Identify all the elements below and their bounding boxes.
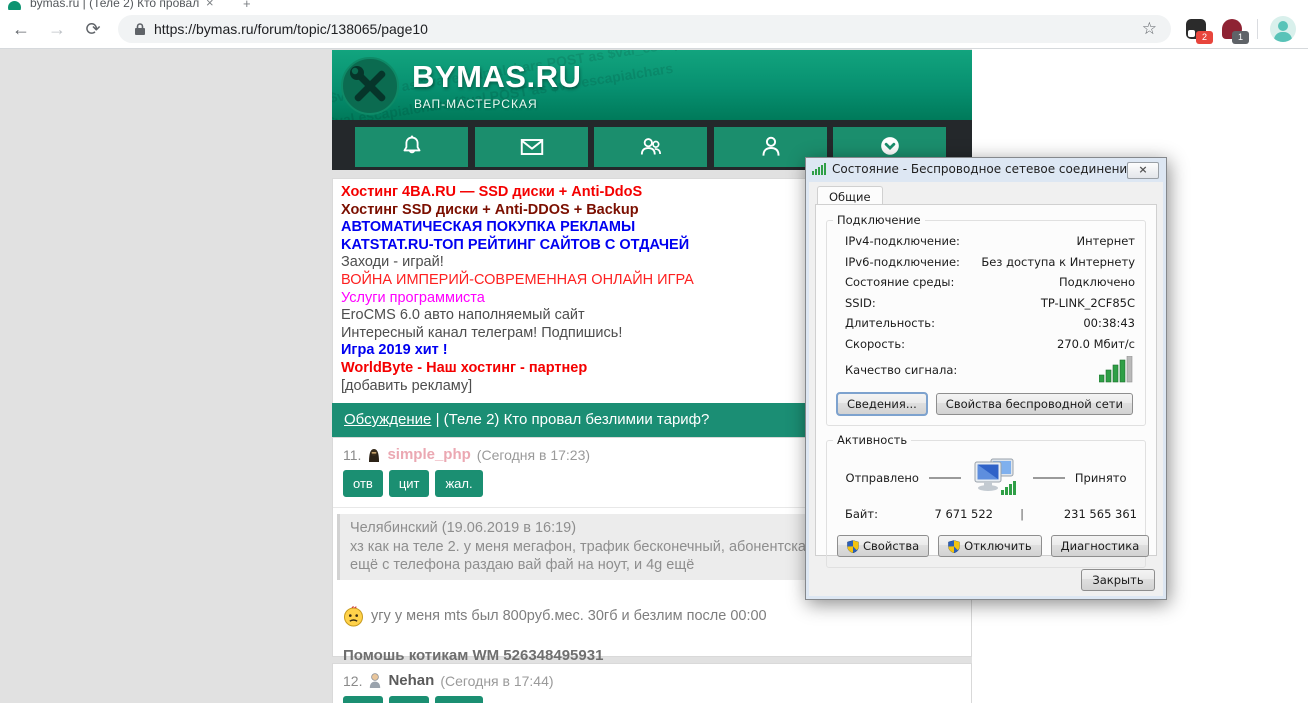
tab-title[interactable]: bymas.ru | (Теле 2) Кто провал	[30, 0, 199, 10]
site-subtitle: ВАП-МАСТЕРСКАЯ	[414, 97, 538, 111]
screen: bymas.ru | (Теле 2) Кто провал × + ← → ⟳…	[0, 0, 1308, 703]
post-date: (Сегодня в 17:23)	[477, 447, 590, 463]
row-label: IPv6-подключение:	[845, 252, 960, 273]
bytes-sent-value: 7 671 522	[907, 507, 993, 521]
post-date: (Сегодня в 17:44)	[440, 673, 553, 689]
row-label: Состояние среды:	[845, 272, 954, 293]
site-logo-tools-icon[interactable]	[340, 56, 400, 116]
row-value: TP-LINK_2CF85C	[1041, 293, 1135, 314]
dialog-tab-page: Подключение IPv4-подключение: Интернет IP…	[815, 204, 1157, 556]
activity-group-label: Активность	[833, 433, 911, 447]
avatar-head-shape	[1278, 21, 1288, 31]
browser-toolbar: ← → ⟳ https://bymas.ru/forum/topic/13806…	[0, 10, 1308, 49]
row-value: Без доступа к Интернету	[981, 252, 1135, 273]
topic-separator: |	[431, 411, 443, 428]
sent-label: Отправлено	[846, 471, 919, 485]
flow-line	[929, 477, 961, 479]
dialog-title: Состояние - Беспроводное сетевое соедине…	[832, 162, 1154, 176]
bytes-label: Байт:	[845, 507, 907, 521]
uac-shield-icon	[847, 540, 859, 553]
diagnose-button-label: Диагностика	[1061, 539, 1140, 553]
computers-activity-icon	[971, 457, 1023, 499]
connection-group-label: Подключение	[833, 213, 925, 227]
bookmark-star-icon[interactable]: ☆	[1142, 19, 1157, 39]
topic-section-link[interactable]: Обсуждение	[344, 411, 431, 428]
post-author-avatar	[367, 446, 381, 463]
post-number: 12.	[343, 673, 362, 689]
properties-button[interactable]: Свойства	[837, 535, 929, 557]
site-title[interactable]: BYMAS.RU	[412, 59, 581, 95]
mail-icon	[517, 133, 547, 161]
properties-button-label: Свойства	[863, 539, 919, 553]
report-button[interactable]: жал.	[435, 470, 482, 497]
bytes-separator: |	[993, 507, 1051, 521]
details-button[interactable]: Сведения...	[837, 393, 927, 415]
user-icon	[756, 133, 786, 161]
wireless-properties-button[interactable]: Свойства беспроводной сети	[936, 393, 1133, 415]
post-author-link[interactable]: Nehan	[388, 672, 434, 689]
row-value: Подключено	[1059, 272, 1135, 293]
post-signature: Помошь котикам WM 526348495931	[333, 627, 971, 664]
angry-smiley-icon	[343, 606, 364, 627]
reload-button[interactable]: ⟳	[78, 14, 108, 44]
extension-1-badge: 2	[1196, 31, 1213, 44]
post-author-avatar	[368, 672, 382, 689]
uac-shield-icon	[948, 540, 960, 553]
extension-1-dot	[1188, 30, 1195, 37]
extension-2-badge: 1	[1232, 31, 1249, 44]
nav-messages-button[interactable]	[475, 127, 588, 167]
reply-button[interactable]: отв	[343, 470, 383, 497]
bytes-received-value: 231 565 361	[1051, 507, 1137, 521]
users-icon	[636, 133, 666, 161]
row-label: Скорость:	[845, 334, 905, 355]
post-12: 12. Nehan (Сегодня в 17:44) отв цит жал.	[332, 663, 972, 703]
lock-icon	[134, 22, 146, 36]
site-banner: {$val POST as $val escapialchars POST as…	[332, 50, 972, 120]
activity-group: Активность Отправлено	[826, 440, 1146, 568]
new-tab-button[interactable]: +	[243, 0, 251, 10]
extension-icon-1[interactable]: 2	[1185, 18, 1207, 40]
quote-button[interactable]: цит	[389, 470, 430, 497]
url-text[interactable]: https://bymas.ru/forum/topic/138065/page…	[154, 21, 1142, 37]
connection-group: Подключение IPv4-подключение:Интернет IP…	[826, 220, 1146, 426]
network-status-dialog: Состояние - Беспроводное сетевое соедине…	[805, 157, 1167, 600]
diagnose-button[interactable]: Диагностика	[1051, 535, 1150, 557]
received-label: Принято	[1075, 471, 1127, 485]
extension-icon-2[interactable]: 1	[1221, 18, 1243, 40]
nav-members-button[interactable]	[594, 127, 707, 167]
tab-close-icon[interactable]: ×	[206, 0, 214, 10]
row-value: Интернет	[1077, 231, 1136, 252]
row-label: IPv4-подключение:	[845, 231, 960, 252]
nav-notifications-button[interactable]	[355, 127, 468, 167]
dialog-body: Общие Подключение IPv4-подключение:Интер…	[809, 182, 1163, 596]
flow-line	[1033, 477, 1065, 479]
close-dialog-button[interactable]: Закрыть	[1081, 569, 1155, 591]
disconnect-button[interactable]: Отключить	[938, 535, 1041, 557]
post-author-link[interactable]: simple_php	[387, 446, 470, 463]
reply-button[interactable]: отв	[343, 696, 383, 703]
signal-quality-bars-icon	[1099, 356, 1135, 383]
post-number: 11.	[343, 447, 361, 463]
toolbar-divider	[1257, 19, 1258, 39]
quote-button[interactable]: цит	[389, 696, 430, 703]
report-button[interactable]: жал.	[435, 696, 482, 703]
disconnect-button-label: Отключить	[964, 539, 1031, 553]
bell-icon	[398, 133, 426, 161]
avatar-body-shape	[1274, 32, 1292, 42]
signal-quality-label: Качество сигнала:	[845, 363, 957, 377]
row-value: 00:38:43	[1083, 313, 1135, 334]
tab-favicon-icon	[8, 1, 21, 10]
browser-tab-strip: bymas.ru | (Теле 2) Кто провал × +	[0, 0, 1308, 10]
dialog-close-button[interactable]: ×	[1127, 162, 1159, 179]
browser-profile-avatar[interactable]	[1270, 16, 1296, 42]
topic-title: (Теле 2) Кто провал безлимии тариф?	[444, 411, 710, 428]
forward-button[interactable]: →	[42, 14, 72, 44]
row-label: SSID:	[845, 293, 876, 314]
row-label: Длительность:	[845, 313, 935, 334]
post-message: угу у меня mts был 800руб.мес. 30гб и бе…	[371, 608, 767, 624]
row-value: 270.0 Мбит/с	[1057, 334, 1135, 355]
signal-bars-icon	[812, 163, 827, 175]
url-bar[interactable]: https://bymas.ru/forum/topic/138065/page…	[118, 15, 1171, 43]
back-button[interactable]: ←	[6, 14, 36, 44]
